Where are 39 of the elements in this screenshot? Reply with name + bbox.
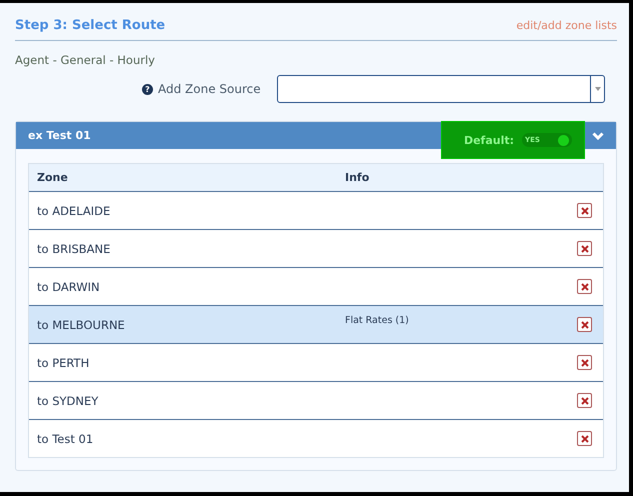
zone-cell-text: to ADELAIDE [36, 204, 112, 218]
zone-cell-text: to SYDNEY [36, 394, 100, 408]
table-row[interactable]: to SYDNEY [29, 381, 603, 419]
delete-button[interactable] [577, 241, 592, 256]
zone-cell-text: to MELBOURNE [36, 318, 126, 332]
delete-button[interactable] [577, 393, 592, 408]
section-title: Step 3: Select Route [15, 18, 166, 33]
x-icon [580, 282, 588, 290]
column-header: Info [345, 171, 370, 184]
info-cell: Flat Rates (1) [345, 315, 409, 326]
x-icon [580, 244, 588, 252]
delete-button[interactable] [577, 279, 592, 294]
caret-icon [594, 87, 600, 91]
zone-cell-text: to PERTH [36, 356, 90, 370]
delete-button[interactable] [577, 431, 592, 446]
table-row[interactable]: to BRISBANE [29, 229, 603, 267]
table-row[interactable]: to PERTH [29, 343, 603, 381]
table-row[interactable]: to Test 01 [29, 419, 603, 457]
panel-title: ex Test 01 [28, 129, 92, 142]
column-header: Zone [36, 171, 69, 184]
delete-button[interactable] [577, 355, 592, 370]
zone-cell-text: to DARWIN [36, 280, 101, 294]
default-label: Default: [464, 134, 514, 146]
zone-cell-text: to Test 01 [36, 432, 94, 446]
help-icon[interactable]: ? [142, 84, 153, 94]
delete-button[interactable] [577, 317, 592, 332]
chevron-down-icon[interactable] [592, 132, 604, 140]
x-icon [580, 396, 588, 404]
table-row[interactable]: to ADELAIDE [29, 191, 603, 229]
table-row[interactable]: to MELBOURNE Flat Rates (1) [29, 305, 603, 343]
x-icon [580, 358, 588, 366]
route-subtitle: Agent - General - Hourly [15, 53, 156, 67]
field-label: Add Zone Source [158, 82, 262, 96]
x-icon [580, 206, 588, 214]
x-icon [580, 434, 588, 442]
zone-cell-text: to BRISBANE [36, 242, 112, 256]
zone-source-select[interactable] [277, 75, 605, 103]
x-icon [580, 320, 588, 328]
delete-button[interactable] [577, 203, 592, 218]
